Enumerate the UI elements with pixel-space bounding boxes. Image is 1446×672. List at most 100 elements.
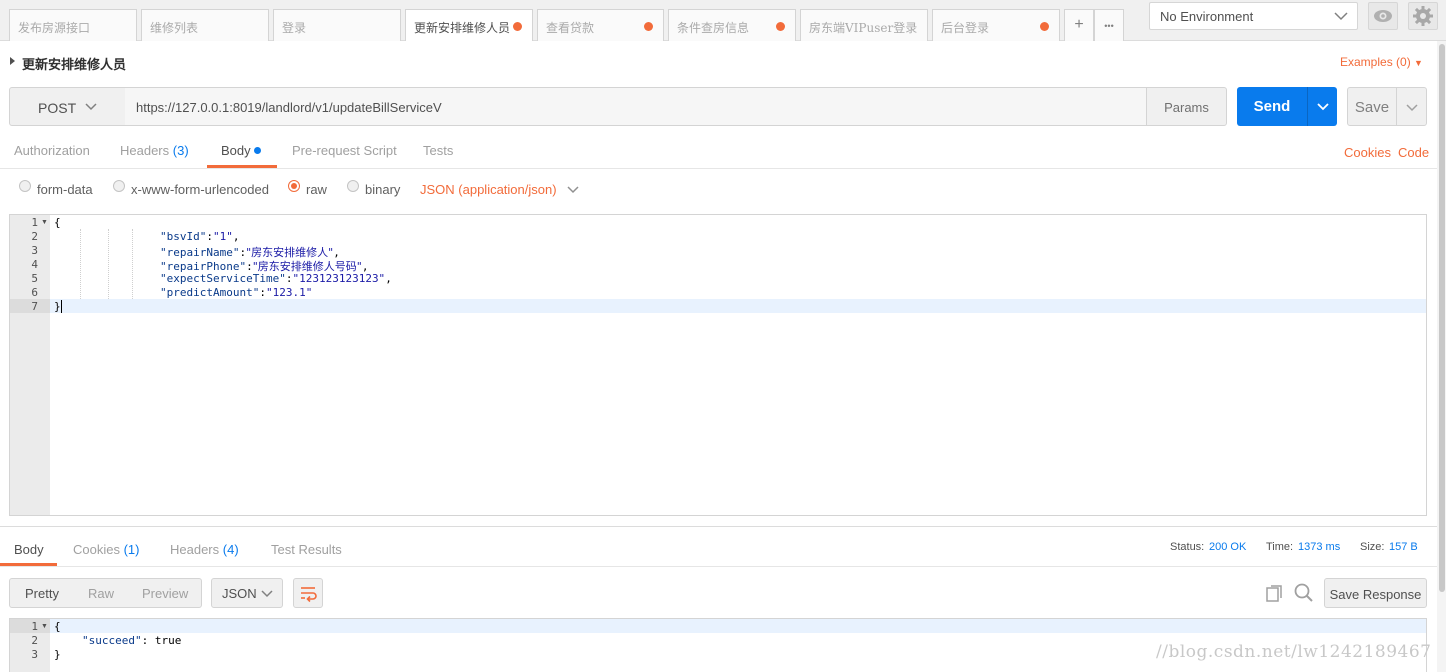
chevron-down-icon [85,103,97,111]
tab-tests[interactable]: Tests [423,143,453,158]
radio-form-data[interactable] [19,180,31,192]
radio-raw[interactable] [288,180,300,192]
line-number: 3 [31,648,38,661]
request-tab[interactable]: 条件查房信息 [668,9,796,41]
request-tab[interactable]: 后台登录 [932,9,1060,41]
radio-form-data-label[interactable]: form-data [37,182,93,197]
response-tab-headers-count: (4) [222,542,239,557]
examples-dropdown[interactable]: Examples (0) ▼ [1340,55,1423,69]
line-number: 1 [31,620,38,633]
request-tab[interactable]: 房东端VIPuser登录 [800,9,928,41]
chevron-down-icon [567,186,579,194]
line-number: 5 [31,272,38,285]
response-format-value: JSON [222,586,257,601]
save-options-button[interactable] [1396,87,1427,126]
radio-urlencoded[interactable] [113,180,125,192]
code-line: { [54,216,61,229]
body-active-dot-icon [254,147,262,154]
save-button[interactable]: Save [1347,87,1397,126]
active-line-highlight [50,299,1426,313]
divider [0,566,1446,567]
status-value[interactable]: 200 OK [1209,541,1246,553]
request-tab-label: 条件查房信息 [677,21,750,35]
request-tab-label: 查看贷款 [546,21,595,35]
status-label: Status: [1170,541,1205,553]
request-tab[interactable]: 维修列表 [141,9,269,41]
unsaved-dot-icon [1040,22,1049,31]
new-tab-button[interactable]: + [1064,9,1094,41]
response-format-select[interactable]: JSON [211,578,283,608]
text-cursor [61,300,62,313]
plus-icon: + [1074,16,1084,33]
request-tab[interactable]: 登录 [273,9,401,41]
request-tab-label: 维修列表 [150,21,199,35]
tab-authorization[interactable]: Authorization [14,143,90,158]
settings-button[interactable] [1408,2,1438,30]
code-link[interactable]: Code [1398,145,1429,160]
radio-urlencoded-label[interactable]: x-www-form-urlencoded [131,182,269,197]
indent-guide [80,229,81,299]
radio-binary-label[interactable]: binary [365,182,400,197]
copy-icon[interactable] [1264,583,1286,605]
request-title[interactable]: 更新安排维修人员 [22,54,126,73]
request-tab[interactable]: 查看贷款 [537,9,664,41]
examples-label: Examples (0) [1340,55,1411,69]
method-select[interactable]: POST [9,87,126,126]
request-tab-label: 后台登录 [941,21,990,35]
tab-more-button[interactable]: ••• [1094,9,1124,41]
divider [0,526,1446,527]
line-number: 4 [31,258,38,271]
line-number: 7 [31,300,38,313]
code-line: { [54,620,61,633]
search-icon[interactable] [1293,582,1315,604]
view-raw-button[interactable]: Raw [88,586,114,601]
fold-caret-icon[interactable]: ▼ [41,219,48,226]
tab-body[interactable]: Body [221,143,262,158]
size-label: Size: [1360,541,1385,553]
response-tab-cookies-count: (1) [123,542,140,557]
size-value[interactable]: 157 B [1389,541,1418,553]
request-tab[interactable]: 发布房源接口 [9,9,137,41]
environment-select[interactable]: No Environment [1149,2,1358,30]
code-line: "bsvId":"1", [160,230,240,243]
tab-headers[interactable]: Headers (3) [120,143,189,158]
collapse-caret-icon[interactable] [10,57,15,65]
send-button[interactable]: Send [1237,87,1307,126]
cookies-link[interactable]: Cookies [1344,145,1391,160]
unsaved-dot-icon [644,22,653,31]
request-tab-label: 登录 [282,21,307,35]
view-preview-button[interactable]: Preview [142,586,188,601]
radio-raw-label[interactable]: raw [306,182,327,197]
send-options-button[interactable] [1307,87,1337,126]
radio-binary[interactable] [347,180,359,192]
content-type-value: JSON (application/json) [420,182,557,197]
time-value[interactable]: 1373 ms [1298,541,1340,553]
line-number: 1 [31,216,38,229]
tab-prerequest-script[interactable]: Pre-request Script [292,143,397,158]
chevron-down-icon [261,590,273,598]
environment-quick-look-button[interactable] [1368,2,1398,30]
line-number: 2 [31,634,38,647]
request-tab-active[interactable]: 更新安排维修人员 [405,9,533,41]
save-response-button[interactable]: Save Response [1324,578,1427,608]
wrap-lines-button[interactable] [293,578,323,608]
request-tab-label: 房东端VIPuser登录 [809,21,918,35]
response-tab-body[interactable]: Body [14,542,44,557]
view-pretty-button[interactable]: Pretty [25,586,59,601]
code-line: "predictAmount":"123.1" [160,286,313,299]
response-tab-headers[interactable]: Headers (4) [170,542,239,557]
response-tab-cookies[interactable]: Cookies (1) [73,542,139,557]
scrollbar-thumb[interactable] [1439,44,1445,592]
params-button[interactable]: Params [1146,87,1227,126]
fold-caret-icon[interactable]: ▼ [41,623,48,630]
request-body-editor[interactable]: 1 ▼ 2 3 4 5 6 7 { "bsvId":"1", "repairNa… [9,214,1427,516]
request-tab-bar: 发布房源接口 维修列表 登录 更新安排维修人员 查看贷款 条件查房信息 房东端V… [0,0,1446,41]
url-input[interactable]: https://127.0.0.1:8019/landlord/v1/updat… [125,87,1147,126]
code-line: "expectServiceTime":"123123123123", [160,272,392,285]
content-type-select[interactable]: JSON (application/json) [420,182,579,197]
url-value: https://127.0.0.1:8019/landlord/v1/updat… [136,100,442,115]
chevron-down-icon [1334,12,1348,21]
response-tab-test-results[interactable]: Test Results [271,542,342,557]
more-icon: ••• [1104,21,1114,31]
indent-guide [132,229,133,299]
